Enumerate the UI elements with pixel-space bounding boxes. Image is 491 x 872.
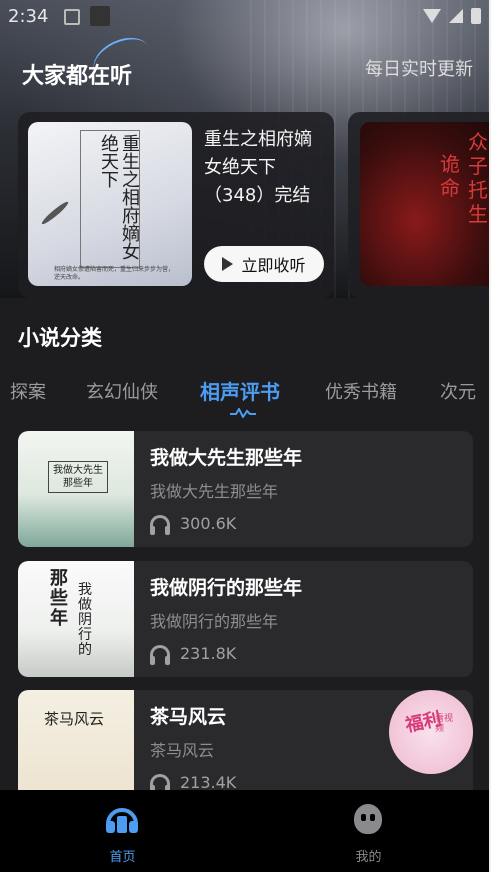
tab-detective[interactable]: 探案 — [10, 378, 46, 404]
tab-excellent-books[interactable]: 优秀书籍 — [325, 378, 397, 404]
list-item[interactable]: 那些年 我做阴行的 我做阴行的那些年 我做阴行的那些年 231.8K — [18, 561, 473, 677]
play-count: 300.6K — [180, 514, 237, 533]
list-item-subtitle: 我做阴行的那些年 — [150, 612, 279, 631]
listen-now-button[interactable]: 立即收听 — [204, 246, 324, 282]
cover-text-small: 我做阴行的 — [78, 582, 92, 658]
list-item[interactable]: 我做大先生那些年 我做大先生那些年 我做大先生那些年 300.6K — [18, 431, 473, 547]
cover-text-right: 众子托生 — [468, 130, 488, 226]
play-icon — [222, 257, 234, 271]
headphones-icon — [150, 514, 170, 535]
bottom-navigation: 首页 我的 — [0, 790, 491, 872]
headphones-icon — [106, 808, 138, 833]
notification-square-icon — [90, 6, 110, 26]
featured-book-cover[interactable]: 重生之相府嫡女绝天下 相府嫡女惨遭陷害而死，重生归来步步为营，逆天改命。 — [28, 122, 192, 286]
floating-reward-badge[interactable]: 福利 看视频 — [389, 690, 473, 774]
featured-book-card-next[interactable]: 诡命 众子托生 — [348, 112, 491, 298]
status-indicators — [423, 8, 481, 24]
cover-text-large: 那些年 — [50, 568, 68, 629]
headphones-icon — [150, 644, 170, 665]
nav-mine-label: 我的 — [355, 850, 382, 865]
cover-title-text: 重生之相府嫡女绝天下 — [98, 134, 140, 260]
list-item-cover: 茶马风云 — [18, 690, 134, 806]
cover-title-text: 我做大先生那些年 — [48, 461, 108, 493]
tab-crosstalk[interactable]: 相声评书 — [200, 378, 280, 405]
list-item-subtitle: 茶马风云 — [150, 741, 215, 760]
category-section-title: 小说分类 — [18, 326, 102, 350]
status-bar: 2:34 — [0, 0, 491, 34]
badge-small-text: 看视频 — [435, 714, 454, 734]
featured-book-title: 重生之相府嫡女绝天下（348）完结 — [204, 129, 312, 206]
featured-book-card[interactable]: 重生之相府嫡女绝天下 相府嫡女惨遭陷害而死，重生归来步步为营，逆天改命。 重生之… — [18, 112, 334, 298]
headphones-icon — [150, 773, 170, 794]
nav-home[interactable]: 首页 — [0, 790, 245, 872]
list-item-plays: 300.6K — [150, 514, 237, 535]
crane-icon — [40, 199, 70, 227]
status-time: 2:34 — [8, 6, 49, 27]
tab-fantasy[interactable]: 玄幻仙侠 — [86, 378, 158, 404]
cover-blurb: 相府嫡女惨遭陷害而死，重生归来步步为营，逆天改命。 — [54, 266, 175, 281]
hero-title: 大家都在听 — [22, 64, 133, 89]
nav-mine[interactable]: 我的 — [246, 790, 491, 872]
active-tab-indicator — [230, 408, 256, 418]
list-item-title: 茶马风云 — [150, 706, 227, 728]
list-item-cover: 那些年 我做阴行的 — [18, 561, 134, 677]
tab-anime[interactable]: 次元 — [440, 378, 476, 404]
cover-title-text: 茶马风云 — [44, 710, 105, 728]
battery-icon — [471, 8, 481, 24]
list-item-title: 我做大先生那些年 — [150, 447, 303, 469]
wifi-icon — [423, 9, 441, 23]
nav-home-label: 首页 — [109, 850, 136, 865]
featured-book-cover-next[interactable]: 诡命 众子托生 — [360, 122, 491, 286]
list-item-cover: 我做大先生那些年 — [18, 431, 134, 547]
list-item-title: 我做阴行的那些年 — [150, 577, 303, 599]
daily-update-label: 每日实时更新 — [365, 59, 473, 80]
mine-face-icon — [354, 804, 382, 834]
play-count: 231.8K — [180, 644, 237, 663]
list-item-subtitle: 我做大先生那些年 — [150, 482, 279, 501]
list-item-plays: 231.8K — [150, 644, 237, 665]
notification-app-icon — [64, 9, 80, 25]
signal-icon — [449, 9, 463, 23]
cover-text-left: 诡命 — [440, 152, 460, 200]
listen-now-label: 立即收听 — [241, 256, 306, 275]
